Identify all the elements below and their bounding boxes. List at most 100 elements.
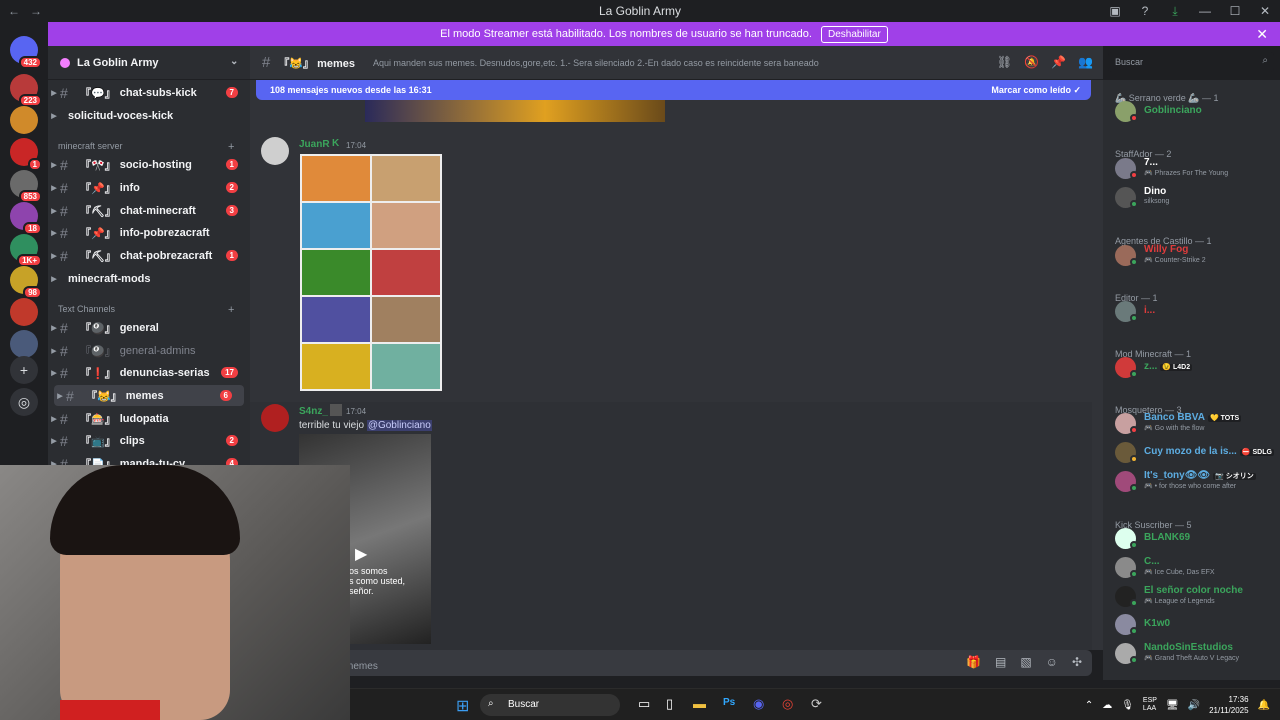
minimize-button[interactable]: — xyxy=(1190,0,1220,22)
unread-badge: 18 xyxy=(23,222,42,235)
member-item[interactable]: K1w0 xyxy=(1115,612,1275,636)
status-indicator xyxy=(1130,484,1138,492)
channel-minecraft-mods[interactable]: ▶ minecraft-mods xyxy=(48,268,250,289)
member-item[interactable]: Banco BBVA 💛 TOTS 🎮 Go with the flow xyxy=(1115,411,1275,435)
channel-memes[interactable]: ▶ # 『😹』 memes 6 xyxy=(54,385,244,406)
emoji-icon[interactable]: ☺ xyxy=(1046,655,1058,669)
threads-icon[interactable]: ⛓ xyxy=(997,55,1012,69)
member-item[interactable]: Dino silksong xyxy=(1115,185,1275,209)
app-icon[interactable]: ▯ xyxy=(666,696,673,712)
member-item[interactable]: Willy Fog 🎮 Counter-Strike 2 xyxy=(1115,243,1275,267)
member-item[interactable]: El señor color noche 🎮 League of Legends xyxy=(1115,584,1275,608)
member-item[interactable]: C... 🎮 Ice Cube, Das EFX xyxy=(1115,555,1275,579)
avatar[interactable] xyxy=(261,137,289,165)
add-channel-icon[interactable]: + xyxy=(228,304,234,316)
mute-icon[interactable]: 🔕 xyxy=(1024,55,1039,69)
chrome-icon[interactable]: ◎ xyxy=(782,696,793,712)
inbox-icon[interactable]: ▣ xyxy=(1100,0,1130,22)
member-item[interactable]: Cuy mozo de la is... ⛔ SDLG xyxy=(1115,440,1275,464)
network-icon[interactable]: 🖥 xyxy=(1166,700,1179,711)
message-author[interactable]: S4nz_ xyxy=(299,406,328,417)
volume-icon[interactable]: 🔊 xyxy=(1188,700,1200,711)
avatar[interactable] xyxy=(261,404,289,432)
server-icon[interactable]: 432 xyxy=(10,36,42,69)
gif-icon[interactable]: ▤ xyxy=(995,655,1006,669)
pin-icon[interactable]: 📌 xyxy=(1051,55,1066,69)
member-list-icon[interactable]: 👥 xyxy=(1078,55,1093,69)
cloud-icon[interactable]: ☁ xyxy=(1102,700,1112,711)
language-indicator[interactable]: ESP LAA xyxy=(1143,697,1157,713)
channel-prefix: 『⛏』 xyxy=(80,205,116,218)
member-name: Banco BBVA 💛 TOTS xyxy=(1144,412,1242,423)
add-channel-icon[interactable]: + xyxy=(228,141,234,153)
channel-label: ludopatia xyxy=(119,412,169,425)
member-item[interactable]: BLANK69 xyxy=(1115,526,1275,550)
play-icon[interactable]: ▶ xyxy=(355,544,367,564)
add-server-icon[interactable]: + xyxy=(10,356,38,384)
discord-icon[interactable]: ◉ xyxy=(753,696,764,712)
user-mention[interactable]: @Goblinciano xyxy=(366,420,432,431)
member-item[interactable]: It's_tony👁👁 📷 シオリン 🎮 • for those who come … xyxy=(1115,469,1275,493)
server-tag: ⛔ SDLG xyxy=(1239,449,1274,456)
server-icon[interactable]: 1K+ xyxy=(10,234,42,267)
notifications-icon[interactable]: 🔔 xyxy=(1258,700,1270,711)
server-icon[interactable] xyxy=(10,298,38,326)
member-item[interactable]: 7... 🎮 Phrazes For The Young xyxy=(1115,156,1275,180)
apps-icon[interactable]: ✣ xyxy=(1072,655,1082,669)
member-item[interactable]: NandoSinEstudios 🎮 Grand Theft Auto V Leg… xyxy=(1115,641,1275,665)
system-tray: ⌃ ☁ 🎙 ESP LAA 🖥 🔊 17:36 21/11/2025 🔔 xyxy=(1085,694,1270,716)
help-icon[interactable]: ? xyxy=(1130,0,1160,22)
download-icon[interactable]: ⤓ xyxy=(1160,0,1190,22)
channel-info-pobrezacraft[interactable]: ▶ # 『📌』 info-pobrezacraft xyxy=(48,222,250,243)
member-item[interactable]: i... xyxy=(1115,299,1275,323)
channel-solicitud-voces-kick[interactable]: ▶ solicitud-voces-kick xyxy=(48,105,250,126)
chevron-down-icon[interactable]: ⌄ xyxy=(230,56,238,67)
channel-topic[interactable]: Aqui manden sus memes. Desnudos,gore,etc… xyxy=(373,58,893,68)
channel-socio-hosting[interactable]: ▶ # 『🎌』 socio-hosting 1 xyxy=(48,154,250,175)
channel-ludopatia[interactable]: ▶ # 『🎰』 ludopatia xyxy=(48,408,250,429)
channel-general[interactable]: ▶ # 『🎱』 general xyxy=(48,317,250,338)
server-icon[interactable]: 853 xyxy=(10,170,42,203)
server-icon[interactable] xyxy=(10,330,38,358)
server-icon[interactable]: 18 xyxy=(10,202,42,235)
discover-icon[interactable]: ◎ xyxy=(10,388,38,416)
chevron-up-icon[interactable]: ⌃ xyxy=(1085,700,1093,711)
new-messages-bar[interactable]: 108 mensajes nuevos desde las 16:31 Marc… xyxy=(256,80,1091,100)
photoshop-icon[interactable]: Ps xyxy=(723,697,735,708)
member-item[interactable]: z... 😉 L4D2 xyxy=(1115,355,1275,379)
mic-icon[interactable]: 🎙 xyxy=(1121,700,1134,711)
server-icon[interactable]: 223 xyxy=(10,74,42,107)
message-time: 17:04 xyxy=(346,407,367,416)
close-banner-icon[interactable]: ✕ xyxy=(1256,22,1268,46)
clock[interactable]: 17:36 21/11/2025 xyxy=(1209,694,1248,716)
channel-denuncias-serias[interactable]: ▶ # 『❗』 denuncias-serias 17 xyxy=(48,362,250,383)
channel-chat-minecraft[interactable]: ▶ # 『⛏』 chat-minecraft 3 xyxy=(48,200,250,221)
channel-category[interactable]: Text Channels + xyxy=(58,304,234,316)
channel-chat-pobrezacraft[interactable]: ▶ # 『⛏』 chat-pobrezacraft 1 xyxy=(48,245,250,266)
sticker-icon[interactable]: ▧ xyxy=(1020,655,1031,669)
server-icon[interactable] xyxy=(10,106,38,134)
meme-image[interactable] xyxy=(300,154,442,391)
message-input[interactable]: saje a # 『😹』 memes 🎁 ▤ ▧ ☺ ✣ xyxy=(262,650,1092,676)
channel-clips[interactable]: ▶ # 『📺』 clips 2 xyxy=(48,430,250,451)
close-button[interactable]: ✕ xyxy=(1250,0,1280,22)
channel-general-admins[interactable]: ▶ # 『🎱』 general-admins xyxy=(48,340,250,361)
file-explorer-icon[interactable]: ▬ xyxy=(693,696,706,711)
gift-icon[interactable]: 🎁 xyxy=(966,655,981,669)
guild-header[interactable]: La Goblin Army ⌄ xyxy=(48,46,250,80)
channel-category[interactable]: minecraft server + xyxy=(58,141,234,153)
member-item[interactable]: Goblinciano xyxy=(1115,99,1275,123)
server-icon[interactable]: 1 xyxy=(10,138,42,171)
mark-read-button[interactable]: Marcar como leído ✓ xyxy=(991,80,1081,100)
taskbar-search[interactable]: ⌕ Buscar xyxy=(480,694,620,716)
server-icon[interactable]: 98 xyxy=(10,266,42,299)
disable-streamer-button[interactable]: Deshabilitar xyxy=(821,26,888,43)
channel-info[interactable]: ▶ # 『📌』 info 2 xyxy=(48,177,250,198)
maximize-button[interactable]: ☐ xyxy=(1220,0,1250,22)
app-icon[interactable]: ⟳ xyxy=(811,696,822,712)
windows-start-icon[interactable]: ⊞ xyxy=(456,696,469,716)
channel-chat-subs-kick[interactable]: ▶ # 『💬』 chat-subs-kick 7 xyxy=(48,82,250,103)
message-author[interactable]: JuanR xyxy=(299,139,330,150)
search-input[interactable]: Buscar ⌕ xyxy=(1108,52,1274,72)
task-view-icon[interactable]: ▭ xyxy=(638,696,650,712)
